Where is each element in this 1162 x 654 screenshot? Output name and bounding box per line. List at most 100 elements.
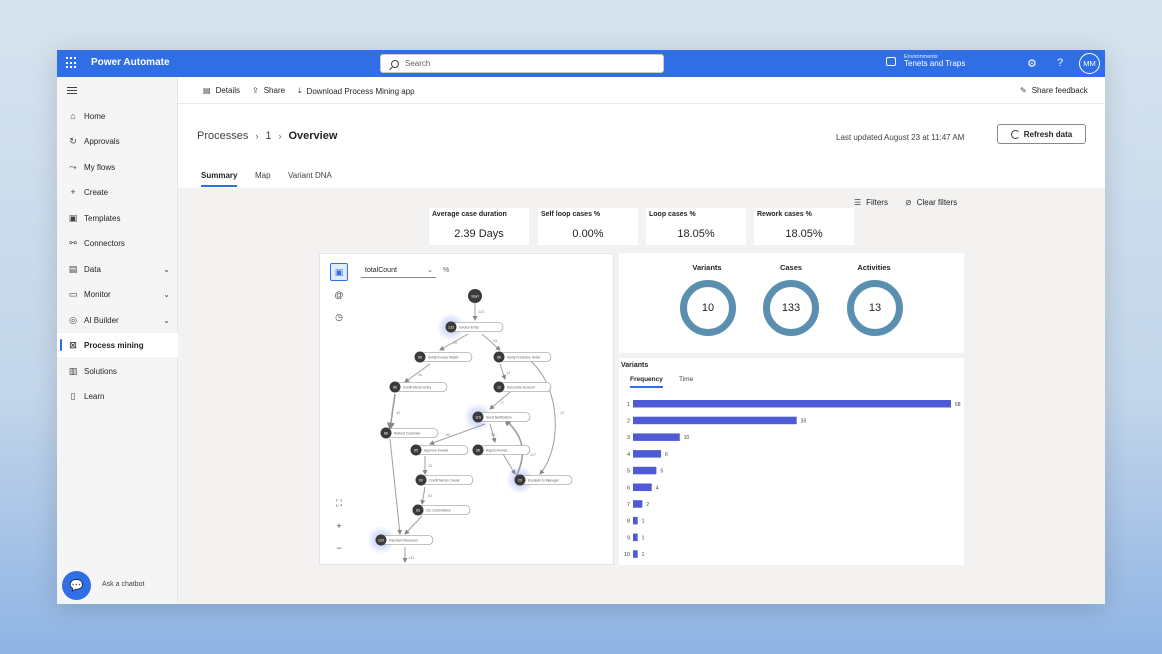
download-app-button[interactable]: ⤓ Download Process Mining app: [298, 86, 415, 96]
download-label: Download Process Mining app: [306, 86, 415, 96]
node-label: Escalate to Manager: [528, 478, 560, 482]
bar-value-label: 68: [955, 402, 961, 408]
edge-label: 60: [446, 433, 450, 437]
refresh-label: Refresh data: [1023, 129, 1073, 139]
map-node[interactable]: 60 Credit Memo Create: [415, 474, 474, 486]
clear-filters-label: Clear filters: [916, 198, 958, 207]
chevron-down-icon[interactable]: ⌄: [163, 265, 170, 274]
map-node[interactable]: 66 Credit Memo Entry: [389, 381, 448, 393]
sidebar-item-approvals[interactable]: ↻ Approvals: [57, 129, 178, 153]
tab-map[interactable]: Map: [255, 171, 271, 180]
monitor-icon: ▭: [68, 288, 78, 299]
bar-category-label: 1: [627, 402, 630, 408]
breadcrumb: Processes › 1 › Overview: [197, 130, 337, 142]
variant-bar[interactable]: [633, 416, 797, 425]
sidebar-item-templates[interactable]: ▣ Templates: [57, 206, 178, 230]
search-input[interactable]: Search: [380, 54, 664, 73]
tab-frequency[interactable]: Frequency: [630, 376, 663, 388]
sidebar-item-connectors[interactable]: ⚯ Connectors: [57, 231, 178, 255]
sidebar-item-create[interactable]: + Create: [57, 180, 178, 204]
map-start-node[interactable]: Start: [468, 289, 482, 303]
node-count: 63: [416, 508, 420, 512]
variant-bar[interactable]: [633, 516, 638, 525]
bar-category-label: 8: [627, 519, 630, 525]
tab-time[interactable]: Time: [679, 376, 693, 383]
chevron-down-icon[interactable]: ⌄: [163, 290, 170, 299]
tab-variant-dna[interactable]: Variant DNA: [288, 171, 332, 180]
map-node[interactable]: 66 Verify Invoice Match: [414, 351, 473, 363]
chatbot-button[interactable]: 💬: [62, 571, 91, 600]
edge-label: 55: [453, 341, 457, 345]
details-button[interactable]: ▤ Details: [203, 86, 240, 95]
help-icon[interactable]: ?: [1057, 57, 1063, 69]
clipboard-icon[interactable]: ▣: [330, 263, 348, 281]
share-button[interactable]: ⇪ Share: [252, 86, 285, 95]
map-node[interactable]: 63 CE Credit Memo: [412, 504, 471, 516]
variants-panel: Variants Frequency Time 1 68 2 35 3 10 4 6 5 5 6 4 7…: [619, 358, 964, 565]
download-icon: ⤓: [298, 86, 302, 95]
solutions-icon: ▥: [68, 365, 78, 376]
sidebar-item-my-flows[interactable]: ⤳ My flows: [57, 155, 178, 179]
map-nodes[interactable]: 133 Invoice Entry 66 Verify Invoice Match 66…: [367, 313, 573, 554]
variant-bar[interactable]: [633, 550, 638, 558]
app-launcher-icon[interactable]: [66, 57, 78, 69]
kpi-self-loop-cases: Self loop cases % 0.00%: [538, 208, 638, 245]
map-edge: [389, 438, 403, 535]
settings-gear-icon[interactable]: ⚙: [1027, 57, 1037, 70]
zoom-in-icon[interactable]: +: [330, 517, 348, 535]
plus-icon: +: [70, 187, 76, 197]
sidebar-item-data[interactable]: ▤ Data ⌄: [57, 257, 178, 281]
chevron-down-icon[interactable]: ⌄: [163, 316, 170, 325]
ai-builder-icon: ◎: [69, 314, 77, 325]
sidebar-item-solutions[interactable]: ▥ Solutions: [57, 359, 178, 383]
process-map-panel: ▣ @ ◷ totalCount ⌄ % 133 55 43 44 14 42 …: [319, 253, 614, 565]
variants-title: Variants: [621, 362, 649, 369]
bar-value-label: 1: [642, 535, 645, 541]
bar-value-label: 4: [656, 485, 659, 491]
sidebar-item-ai-builder[interactable]: ◎ AI Builder ⌄: [57, 308, 178, 332]
sidebar-item-home[interactable]: ⌂ Home: [57, 104, 178, 128]
sidebar-item-label: Solutions: [84, 366, 117, 376]
map-node[interactable]: 20 Escalate to Manager: [506, 466, 573, 494]
breadcrumb-processes[interactable]: Processes: [197, 130, 248, 142]
variant-bar[interactable]: [633, 400, 951, 408]
process-map-graph[interactable]: 133 55 43 44 14 42 77 60 35 20 63 117 12…: [350, 284, 612, 564]
map-node[interactable]: 12 Reconcile Account: [493, 381, 552, 393]
variant-bar[interactable]: [633, 466, 657, 475]
clock-icon[interactable]: ◷: [330, 308, 348, 326]
variant-bar[interactable]: [633, 433, 680, 441]
percent-toggle[interactable]: %: [443, 267, 449, 274]
filters-button[interactable]: ☰ Filters: [854, 198, 888, 207]
at-icon[interactable]: @: [330, 286, 348, 304]
user-avatar[interactable]: MM: [1079, 53, 1100, 74]
refresh-data-button[interactable]: Refresh data: [997, 124, 1086, 144]
kpi-loop-cases: Loop cases % 18.05%: [646, 208, 746, 245]
breadcrumb-process[interactable]: 1: [265, 130, 271, 142]
variant-bar[interactable]: [633, 533, 638, 542]
variant-bar[interactable]: [633, 500, 643, 508]
edge-label: 14: [506, 371, 510, 375]
fit-to-screen-icon[interactable]: ⛶: [330, 494, 348, 512]
clear-filters-button[interactable]: ⊘ Clear filters: [905, 198, 957, 207]
kpi-value: 2.39 Days: [454, 228, 504, 240]
variants-donut: 10: [680, 280, 736, 336]
chevron-right-icon: ›: [278, 131, 282, 141]
sidebar-item-learn[interactable]: ▯ Learn: [57, 384, 178, 408]
map-node[interactable]: 66 Verify Purchase Order: [493, 351, 552, 363]
map-node[interactable]: 66 Refund Customer: [380, 427, 439, 439]
sidebar-item-process-mining[interactable]: ⊠ Process mining: [57, 333, 178, 357]
map-node[interactable]: 133 Invoice Entry: [437, 313, 504, 341]
variant-bar[interactable]: [633, 450, 662, 458]
hamburger-menu-icon[interactable]: [67, 87, 77, 96]
environment-picker[interactable]: Environments Tenets and Traps: [886, 54, 965, 69]
app-title[interactable]: Power Automate: [91, 57, 170, 68]
map-node[interactable]: 66 Reject Invoice: [472, 444, 531, 456]
tab-summary[interactable]: Summary: [201, 171, 238, 187]
zoom-out-icon[interactable]: −: [330, 539, 348, 557]
share-feedback-button[interactable]: ✎ Share feedback: [1020, 86, 1088, 95]
metric-select[interactable]: totalCount ⌄: [361, 263, 436, 278]
sidebar-item-monitor[interactable]: ▭ Monitor ⌄: [57, 282, 178, 306]
map-node[interactable]: 115 Send Notification: [464, 403, 531, 431]
variant-bar[interactable]: [633, 483, 652, 492]
map-node[interactable]: 65 Approve Invoice: [410, 444, 469, 456]
